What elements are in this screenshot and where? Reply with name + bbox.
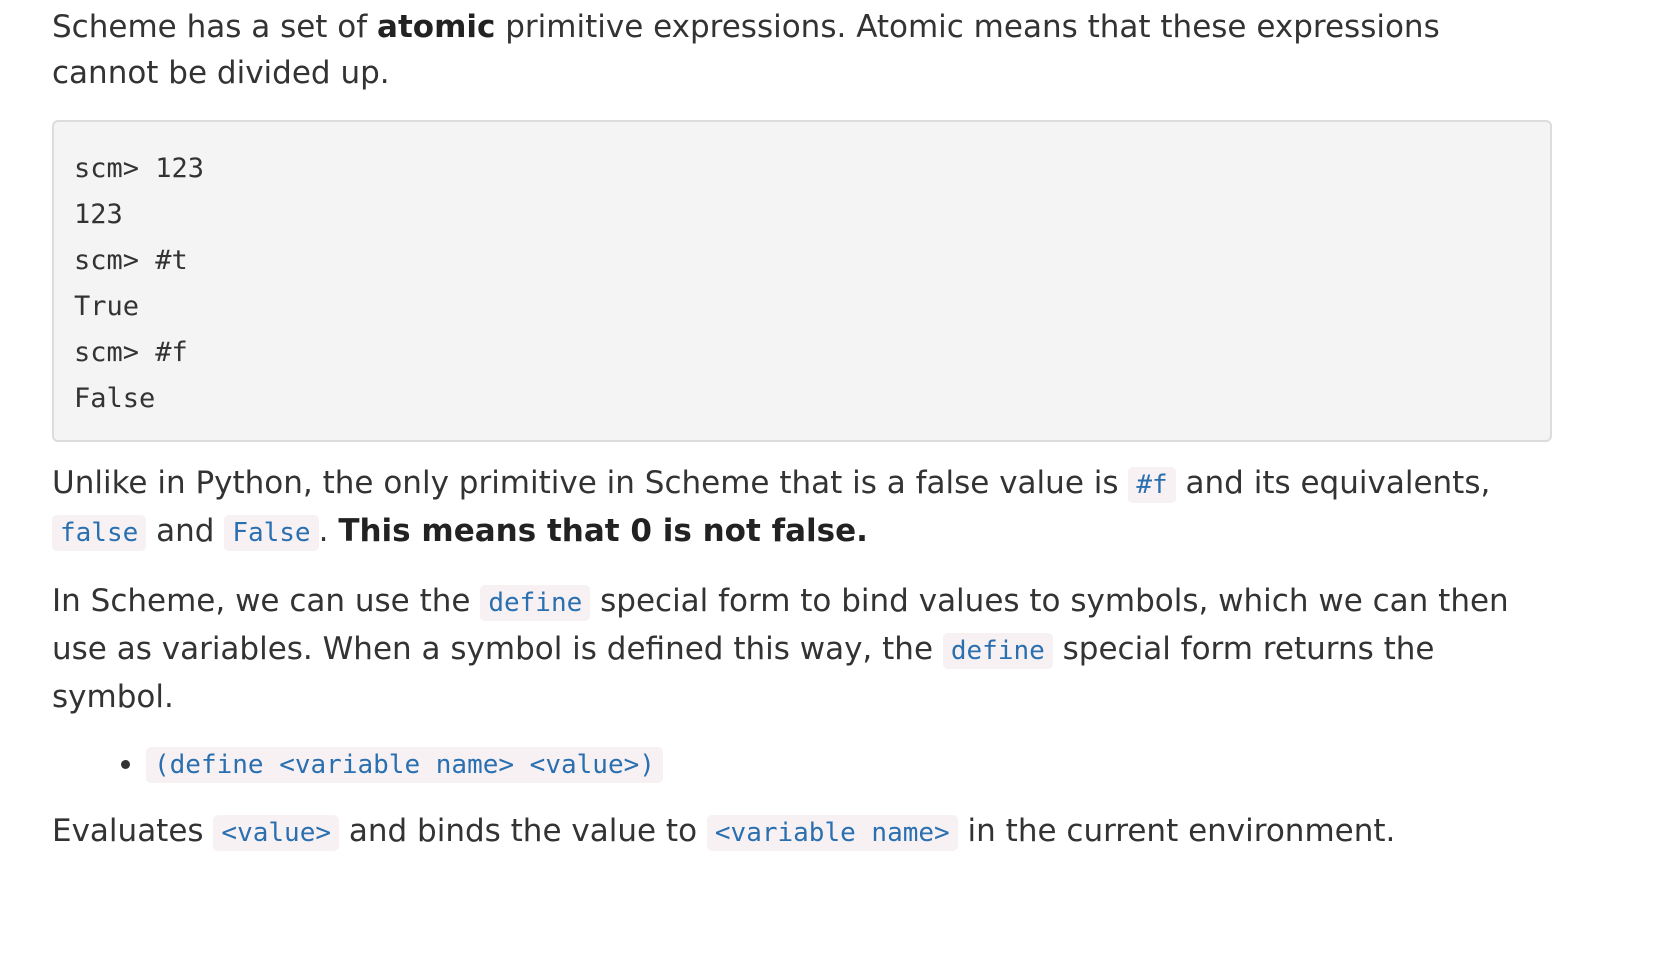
code-line: scm> 123: [74, 153, 205, 184]
code-line: True: [74, 291, 140, 322]
evaluates-text-3: in the current environment.: [957, 813, 1396, 849]
define-paragraph: In Scheme, we can use the define special…: [52, 578, 1552, 720]
falsy-text-4: .: [318, 513, 339, 549]
falsy-text-2: and its equivalents,: [1175, 465, 1491, 501]
inline-code-hash-f: #f: [1128, 467, 1176, 503]
evaluates-text-1: Evaluates: [52, 813, 214, 849]
intro-text-before: Scheme has a set of: [52, 9, 378, 45]
falsy-text-3: and: [146, 513, 225, 549]
inline-code-false-upper: False: [224, 515, 319, 551]
evaluates-paragraph: Evaluates <value> and binds the value to…: [52, 808, 1552, 856]
code-block: scm> 123 123 scm> #t True scm> #f False: [52, 120, 1552, 442]
inline-code-false-lower: false: [52, 515, 147, 551]
inline-code-variable-name: <variable name>: [706, 815, 958, 851]
inline-code-define: define: [942, 633, 1053, 669]
inline-code-define: define: [480, 585, 591, 621]
inline-code-define-syntax: (define <variable name> <value>): [146, 747, 663, 783]
evaluates-text-2: and binds the value to: [339, 813, 707, 849]
article-content: Scheme has a set of atomic primitive exp…: [52, 4, 1552, 856]
intro-paragraph: Scheme has a set of atomic primitive exp…: [52, 4, 1552, 96]
falsy-text-1: Unlike in Python, the only primitive in …: [52, 465, 1129, 501]
code-line: 123: [74, 199, 123, 230]
code-line: scm> #t: [74, 245, 188, 276]
code-line: False: [74, 383, 156, 414]
inline-code-value: <value>: [213, 815, 339, 851]
falsy-bold-note: This means that 0 is not false.: [338, 513, 868, 549]
list-item: (define <variable name> <value>): [146, 740, 1552, 788]
define-text-1: In Scheme, we can use the: [52, 583, 481, 619]
syntax-list: (define <variable name> <value>): [52, 740, 1552, 788]
code-line: scm> #f: [74, 337, 188, 368]
intro-bold-term: atomic: [377, 9, 496, 45]
falsy-paragraph: Unlike in Python, the only primitive in …: [52, 460, 1552, 556]
